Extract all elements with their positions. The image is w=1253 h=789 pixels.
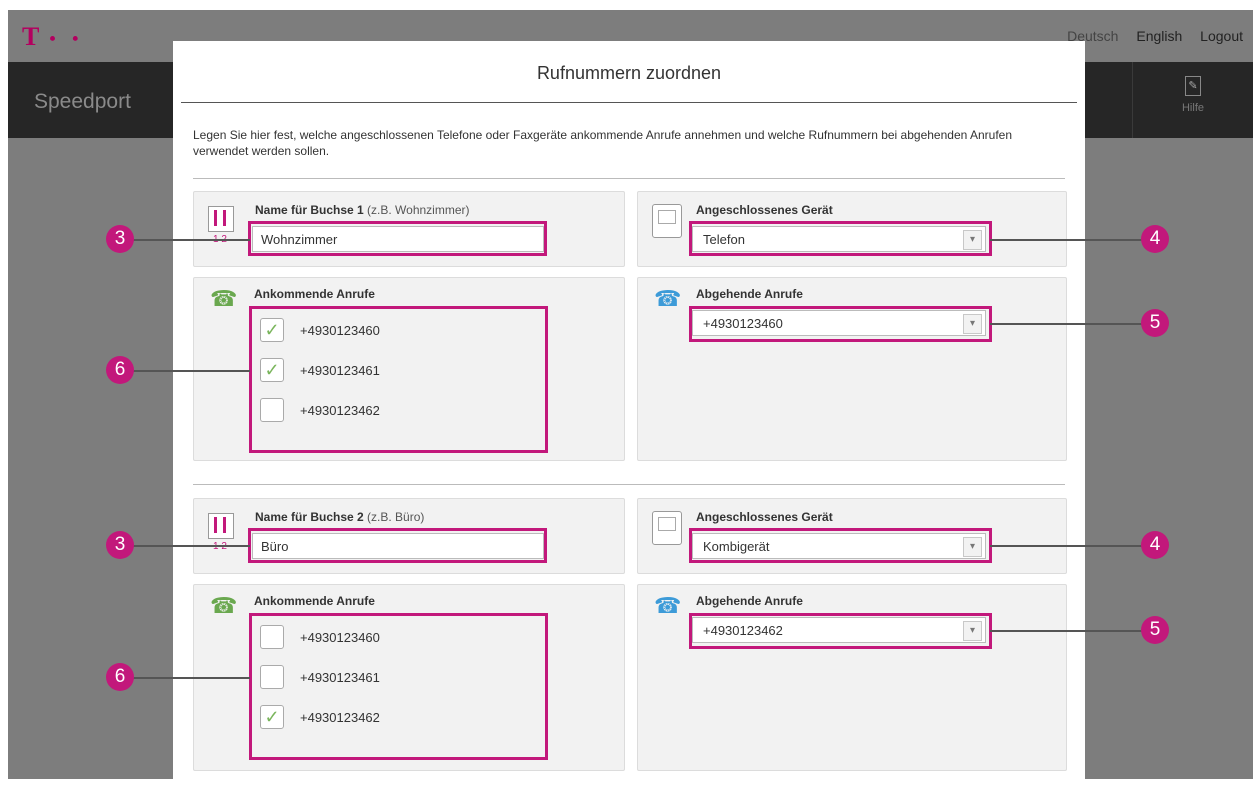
- highlight-socket2-device: [689, 528, 992, 563]
- highlight-socket1-incoming: [249, 306, 548, 453]
- title-divider: [181, 102, 1077, 103]
- callout-badge-outgoing: 5: [1141, 309, 1169, 337]
- edit-note-icon: ✎: [1185, 76, 1201, 96]
- socket1-name-label: Name für Buchse 1 (z.B. Wohnzimmer): [255, 203, 470, 217]
- leader-line: [120, 370, 250, 372]
- highlight-socket2-outgoing: [689, 613, 992, 649]
- socket2-device-label: Angeschlossenes Gerät: [696, 510, 833, 524]
- socket2-outgoing-label: Abgehende Anrufe: [696, 594, 803, 608]
- callout-badge-name: 3: [106, 225, 134, 253]
- phone-socket-icon: [208, 206, 234, 232]
- leader-line: [120, 545, 250, 547]
- logo-letter: T: [22, 22, 41, 51]
- phone-outgoing-icon: ☎: [654, 593, 682, 618]
- dialog-intro: Legen Sie hier fest, welche angeschlosse…: [193, 128, 1012, 158]
- socket2-name-label: Name für Buchse 2 (z.B. Büro): [255, 510, 424, 524]
- callout-badge-device: 4: [1141, 531, 1169, 559]
- logout-link[interactable]: Logout: [1200, 28, 1243, 44]
- highlight-socket2-name: [248, 528, 547, 563]
- socket-divider: [193, 484, 1065, 485]
- callout-badge-device: 4: [1141, 225, 1169, 253]
- leader-line: [990, 545, 1145, 547]
- leader-line: [990, 323, 1145, 325]
- callout-badge-name: 3: [106, 531, 134, 559]
- brand-name: Speedport: [34, 90, 131, 113]
- telephone-device-icon: [652, 204, 682, 238]
- socket1-outgoing-label: Abgehende Anrufe: [696, 287, 803, 301]
- socket1-outgoing-panel: ☎ Abgehende Anrufe +4930123460 ▾: [637, 277, 1067, 461]
- phone-socket-icon: [208, 513, 234, 539]
- phone-incoming-icon: ☎: [210, 286, 238, 311]
- intro-divider: [193, 178, 1065, 179]
- phone-incoming-icon: ☎: [210, 593, 238, 618]
- help-label: Hilfe: [1181, 102, 1204, 114]
- callout-badge-incoming: 6: [106, 356, 134, 384]
- help-button[interactable]: ✎ Hilfe: [1132, 62, 1253, 138]
- highlight-socket1-name: [248, 221, 547, 256]
- socket1-name-hint: (z.B. Wohnzimmer): [367, 203, 470, 217]
- combo-device-icon: [652, 511, 682, 545]
- socket1-device-label: Angeschlossenes Gerät: [696, 203, 833, 217]
- socket2-name-hint: (z.B. Büro): [367, 510, 425, 524]
- socket2-name-label-text: Name für Buchse 2: [255, 510, 364, 524]
- leader-line: [990, 239, 1145, 241]
- callout-badge-incoming: 6: [106, 663, 134, 691]
- phone-outgoing-icon: ☎: [654, 286, 682, 311]
- dialog-title: Rufnummern zuordnen: [536, 63, 722, 83]
- highlight-socket1-outgoing: [689, 306, 992, 342]
- socket1-name-label-text: Name für Buchse 1: [255, 203, 364, 217]
- socket1-incoming-label: Ankommende Anrufe: [254, 287, 375, 301]
- language-english-link[interactable]: English: [1136, 28, 1182, 44]
- leader-line: [120, 677, 250, 679]
- highlight-socket2-incoming: [249, 613, 548, 760]
- leader-line: [120, 239, 250, 241]
- leader-line: [990, 630, 1145, 632]
- highlight-socket1-device: [689, 221, 992, 256]
- logo-dots: • •: [49, 28, 85, 49]
- callout-badge-outgoing: 5: [1141, 616, 1169, 644]
- socket2-incoming-label: Ankommende Anrufe: [254, 594, 375, 608]
- telekom-logo[interactable]: T • •: [22, 22, 84, 52]
